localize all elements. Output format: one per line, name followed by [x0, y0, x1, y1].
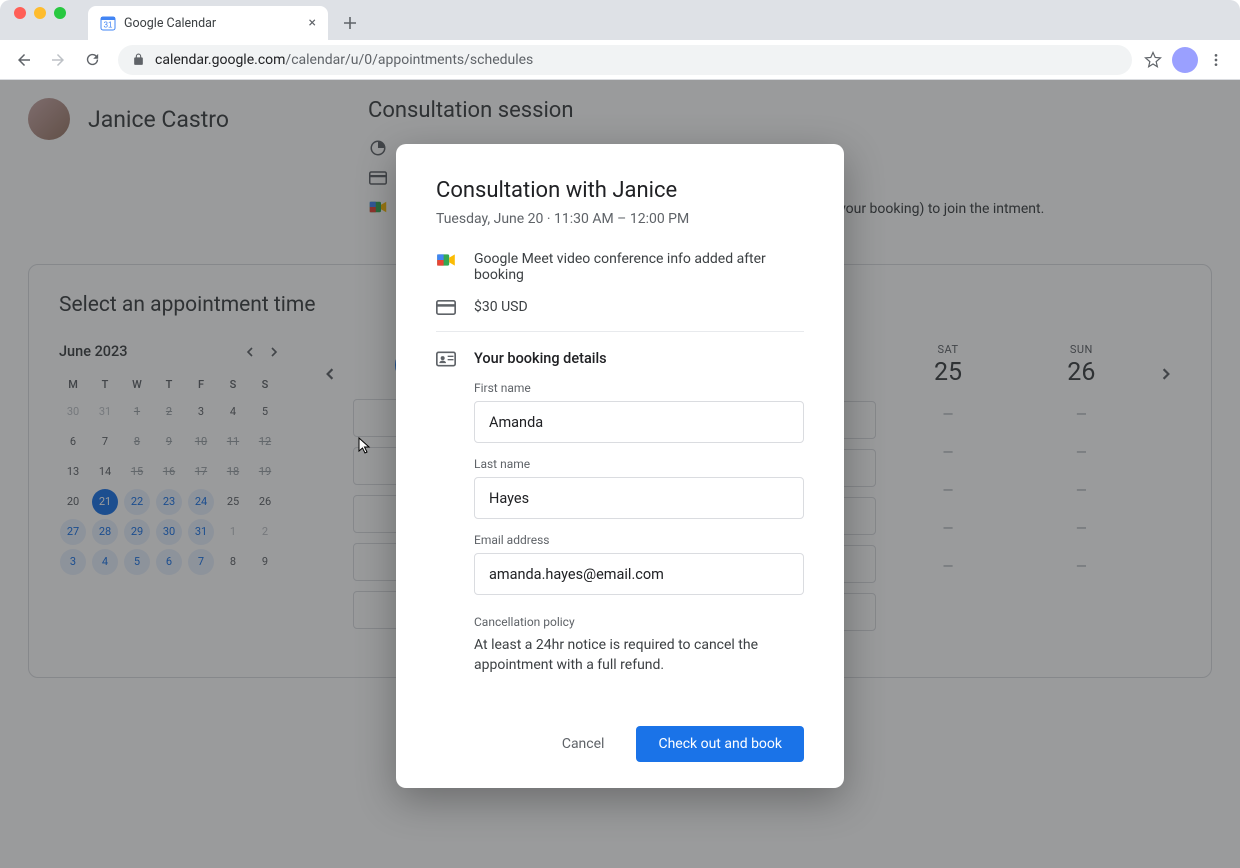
- policy-text: At least a 24hr notice is required to ca…: [474, 635, 804, 676]
- contact-card-icon: [436, 350, 456, 367]
- window-minimize-icon[interactable]: [34, 7, 46, 19]
- window-zoom-icon[interactable]: [54, 7, 66, 19]
- last-name-label: Last name: [474, 457, 804, 471]
- modal-subtitle: Tuesday, June 20 · 11:30 AM – 12:00 PM: [436, 211, 804, 227]
- last-name-input[interactable]: [474, 477, 804, 519]
- price-text: $30 USD: [474, 299, 804, 315]
- cancel-button[interactable]: Cancel: [540, 726, 627, 762]
- nav-reload-button[interactable]: [78, 46, 106, 74]
- booking-modal: Consultation with Janice Tuesday, June 2…: [396, 144, 844, 788]
- divider: [436, 331, 804, 332]
- window-controls: [14, 0, 66, 40]
- nav-back-button[interactable]: [10, 46, 38, 74]
- lock-icon: [132, 53, 145, 66]
- svg-text:31: 31: [104, 21, 113, 30]
- url-text: calendar.google.com/calendar/u/0/appoint…: [155, 52, 533, 68]
- first-name-label: First name: [474, 381, 804, 395]
- checkout-book-button[interactable]: Check out and book: [636, 726, 804, 762]
- email-label: Email address: [474, 533, 804, 547]
- meet-icon: [436, 251, 456, 268]
- window-close-icon[interactable]: [14, 7, 26, 19]
- bookmark-star-icon[interactable]: [1144, 51, 1162, 69]
- new-tab-button[interactable]: [336, 9, 364, 37]
- first-name-input[interactable]: [474, 401, 804, 443]
- nav-forward-button[interactable]: [44, 46, 72, 74]
- modal-title: Consultation with Janice: [436, 178, 804, 203]
- meet-info-text: Google Meet video conference info added …: [474, 251, 804, 283]
- payment-icon: [436, 299, 456, 315]
- browser-menu-icon[interactable]: [1208, 52, 1224, 68]
- browser-tab[interactable]: 31 Google Calendar ×: [88, 6, 328, 40]
- calendar-favicon-icon: 31: [100, 15, 116, 31]
- tab-close-icon[interactable]: ×: [309, 15, 316, 31]
- policy-header: Cancellation policy: [474, 615, 804, 629]
- url-field[interactable]: calendar.google.com/calendar/u/0/appoint…: [118, 45, 1132, 75]
- tab-title: Google Calendar: [124, 16, 216, 31]
- window-titlebar: 31 Google Calendar ×: [0, 0, 1240, 40]
- email-input[interactable]: [474, 553, 804, 595]
- address-bar: calendar.google.com/calendar/u/0/appoint…: [0, 40, 1240, 80]
- profile-avatar-icon[interactable]: [1172, 47, 1198, 73]
- booking-details-header: Your booking details: [474, 350, 607, 367]
